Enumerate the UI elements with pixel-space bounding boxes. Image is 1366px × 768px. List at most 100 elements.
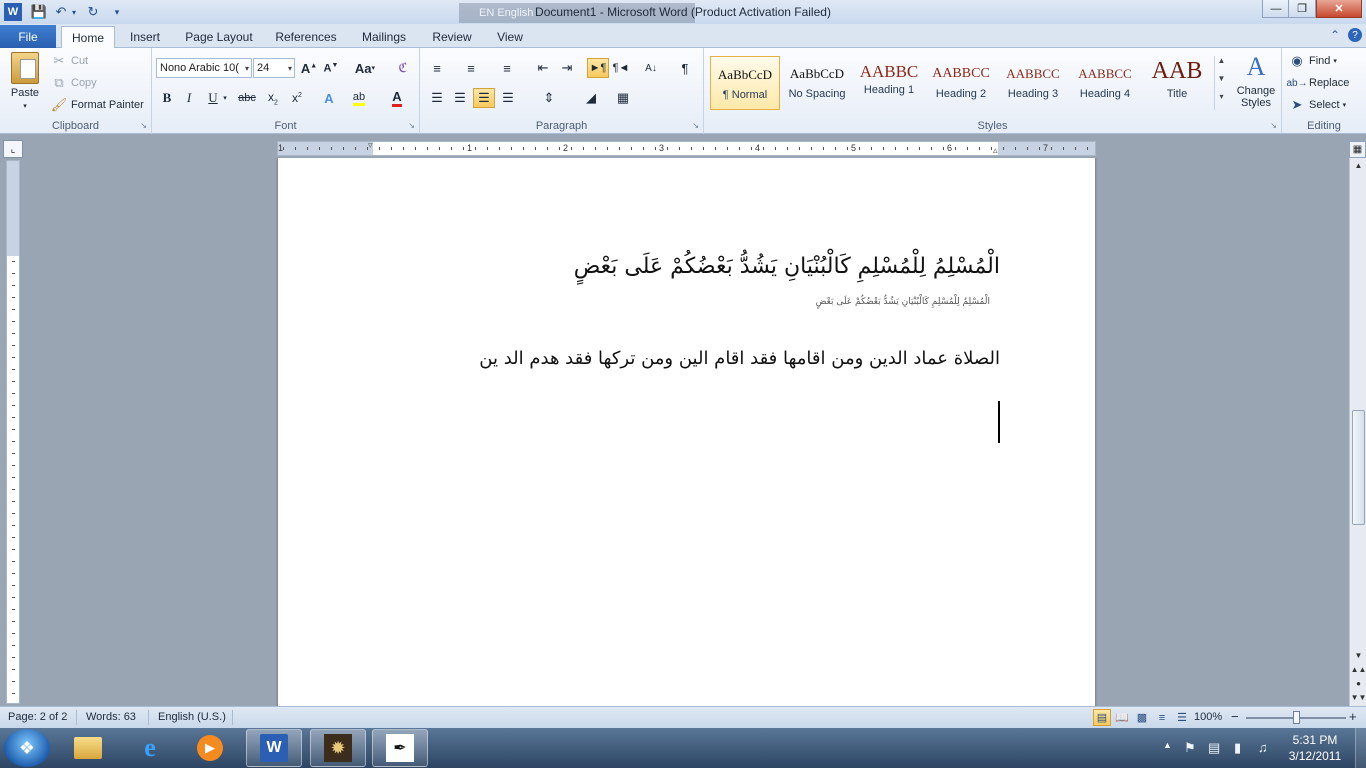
text-effects-button[interactable]: A [318,88,340,108]
highlight-button[interactable]: ab [348,88,370,108]
rtl-direction-button[interactable]: ►¶ [587,58,609,78]
status-words[interactable]: Words: 63 [86,711,136,723]
font-color-button[interactable]: A [386,88,408,108]
web-layout-button[interactable]: ▩ [1133,709,1151,726]
shrink-font-button[interactable]: A▼ [320,58,342,78]
paste-button[interactable]: Paste ▾ [6,52,44,114]
taskbar-media-player[interactable]: ▶ [182,729,238,767]
zoom-slider-thumb[interactable] [1293,711,1300,724]
line-spacing-button[interactable]: ⇕ [538,88,560,108]
taskbar-word[interactable]: W [246,729,302,767]
clear-formatting-button[interactable]: ℭ [392,58,414,78]
tab-mailings[interactable]: Mailings [354,26,414,48]
show-desktop-button[interactable] [1355,728,1366,768]
document-area[interactable]: الْمُسْلِمُ لِلْمُسْلِمِ كَالْبُنْيَانِ … [24,158,1349,706]
taskbar-explorer[interactable] [60,729,116,767]
minimize-button[interactable]: — [1262,0,1290,18]
copy-button[interactable]: ⧉ Copy [50,74,96,92]
zoom-out-button[interactable]: − [1231,709,1239,724]
style-title[interactable]: AAB Title [1142,56,1212,110]
underline-dropdown[interactable]: ▾ [220,88,230,108]
tab-references[interactable]: References [270,26,342,48]
tab-insert[interactable]: Insert [122,26,168,48]
status-language[interactable]: English (U.S.) [158,711,226,723]
style-heading-2[interactable]: AABBCC Heading 2 [926,56,996,110]
justify-button[interactable]: ☰ [497,88,519,108]
styles-down-icon[interactable]: ▼ [1215,74,1228,92]
bullets-button[interactable]: ≡ [426,58,448,78]
status-page[interactable]: Page: 2 of 2 [8,711,67,723]
tab-file[interactable]: File [0,25,56,48]
font-name-combo[interactable]: Nono Arabic 10(▾ [156,58,252,78]
tab-view[interactable]: View [490,26,530,48]
horizontal-ruler[interactable]: 1 1 2 3 4 5 6 7 ▿ ▵ [277,140,1096,156]
cut-button[interactable]: ✂ Cut [50,52,89,70]
browse-object-button[interactable]: ● [1351,676,1366,690]
next-page-button[interactable]: ▼▼ [1351,690,1366,704]
borders-button[interactable]: ▦ [612,88,634,108]
show-formatting-button[interactable]: ¶ [674,58,696,78]
scroll-down-button[interactable]: ▼ [1351,648,1366,662]
view-ruler-button[interactable]: ▦ [1349,141,1366,158]
taskbar-app-ornament[interactable]: ✹ [310,729,366,767]
left-indent-marker-icon[interactable]: ▿ [368,140,373,151]
strikethrough-button[interactable]: abc [236,88,258,108]
tab-review[interactable]: Review [426,26,478,48]
styles-gallery-scroll[interactable]: ▲ ▼ ▾ [1214,56,1228,110]
show-hidden-icons[interactable]: ▲ [1163,740,1172,750]
zoom-level[interactable]: 100% [1194,711,1222,723]
select-button[interactable]: ➤ Select ▾ [1288,96,1347,114]
ltr-direction-button[interactable]: ¶◄ [610,58,632,78]
print-layout-view-button[interactable]: ▤ [1093,709,1111,726]
full-screen-reading-button[interactable]: 📖 [1113,709,1131,726]
styles-more-icon[interactable]: ▾ [1215,92,1228,110]
right-indent-marker-icon[interactable]: ▵ [993,145,998,156]
superscript-button[interactable]: x2 [286,88,308,108]
document-page[interactable]: الْمُسْلِمُ لِلْمُسْلِمِ كَالْبُنْيَانِ … [278,158,1095,706]
taskbar-internet-explorer[interactable]: e [122,729,178,767]
multilevel-list-button[interactable]: ≡ [496,58,518,78]
align-center-button[interactable]: ☰ [449,88,471,108]
replace-button[interactable]: ab→ Replace [1286,74,1349,92]
system-clock[interactable]: 5:31 PM 3/12/2011 [1280,732,1350,764]
close-button[interactable]: ✕ [1316,0,1362,18]
help-icon[interactable]: ? [1348,28,1362,42]
font-size-combo[interactable]: 24 ▾ [253,58,295,78]
style-heading-3[interactable]: AABBCC Heading 3 [998,56,1068,110]
sort-button[interactable]: A↓ [640,58,662,78]
tab-selector[interactable]: ⌞ [3,140,23,158]
italic-button[interactable]: I [178,88,200,108]
outline-view-button[interactable]: ≡ [1153,709,1171,726]
battery-icon[interactable]: ▮ [1234,740,1241,756]
align-right-button[interactable]: ☰ [473,88,495,108]
paragraph-launcher-icon[interactable]: ↘ [692,121,699,130]
clipboard-launcher-icon[interactable]: ↘ [140,121,147,130]
change-styles-button[interactable]: A Change Styles [1232,52,1280,109]
action-center-icon[interactable]: ⚑ [1184,740,1196,756]
style-normal[interactable]: AaBbCcD ¶ Normal [710,56,780,110]
styles-up-icon[interactable]: ▲ [1215,56,1228,74]
subscript-button[interactable]: x2 [262,88,284,108]
minimize-ribbon-icon[interactable]: ⌃ [1330,28,1340,42]
maximize-button[interactable]: ❐ [1288,0,1316,18]
change-case-button[interactable]: Aa ▾ [350,58,380,78]
bold-button[interactable]: B [156,88,178,108]
format-painter-button[interactable]: 🖌 Format Painter [50,96,144,114]
scroll-up-button[interactable]: ▲ [1351,158,1366,172]
vertical-ruler[interactable] [6,160,20,704]
styles-launcher-icon[interactable]: ↘ [1270,121,1277,130]
tab-home[interactable]: Home [61,26,115,49]
grow-font-button[interactable]: A▲ [298,58,320,78]
previous-page-button[interactable]: ▲▲ [1351,662,1366,676]
decrease-indent-button[interactable]: ⇤ [532,58,554,78]
style-heading-4[interactable]: AABBCC Heading 4 [1070,56,1140,110]
volume-icon[interactable]: ♫ [1258,740,1268,755]
network-icon[interactable]: ▤ [1208,740,1220,756]
numbering-button[interactable]: ≡ [460,58,482,78]
find-button[interactable]: ◉ Find ▾ [1288,52,1337,70]
style-no-spacing[interactable]: AaBbCcD No Spacing [782,56,852,110]
tab-page-layout[interactable]: Page Layout [180,26,258,48]
taskbar-app-calligraphy[interactable]: ✒ [372,729,428,767]
draft-view-button[interactable]: ☰ [1173,709,1191,726]
shading-button[interactable]: ◢ [580,88,602,108]
